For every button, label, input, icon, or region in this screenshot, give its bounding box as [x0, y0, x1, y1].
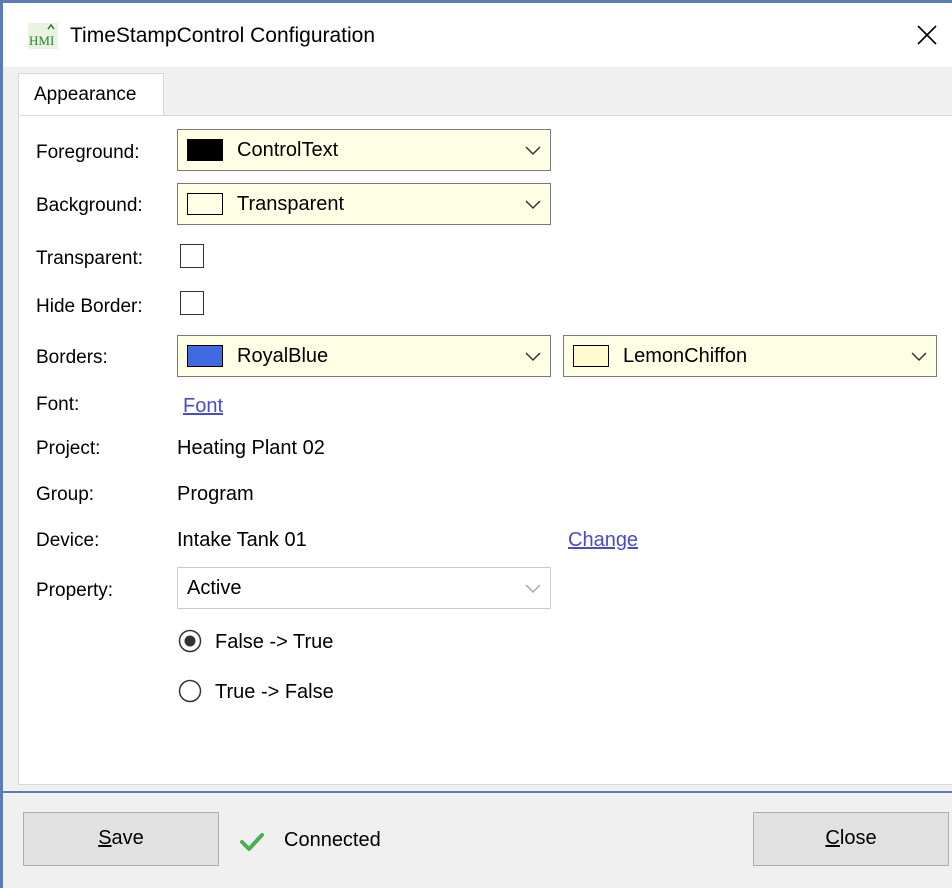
property-select[interactable]: Active: [177, 567, 551, 609]
change-device-link[interactable]: Change: [568, 529, 638, 552]
true-to-false-radio[interactable]: [178, 679, 202, 703]
hmi-app-icon: HMI: [28, 23, 58, 49]
chevron-down-icon: [911, 352, 927, 362]
device-label: Device:: [36, 530, 100, 551]
border-primary-swatch: [187, 345, 223, 367]
window-title: TimeStampControl Configuration: [70, 24, 376, 47]
border-secondary-value: LemonChiffon: [623, 345, 748, 367]
transparent-checkbox[interactable]: [180, 244, 204, 268]
chevron-down-icon: [525, 352, 541, 362]
true-to-false-label: True -> False: [215, 681, 334, 703]
foreground-label: Foreground:: [36, 142, 140, 163]
svg-text:HMI: HMI: [29, 33, 54, 48]
border-color-primary-select[interactable]: RoyalBlue: [177, 335, 551, 377]
chevron-down-icon: [525, 200, 541, 210]
foreground-swatch: [187, 139, 223, 161]
checkmark-icon: [240, 833, 264, 851]
project-label: Project:: [36, 438, 101, 459]
border-secondary-swatch: [573, 345, 609, 367]
background-label: Background:: [36, 195, 143, 216]
close-button-label: Close: [825, 827, 877, 849]
group-label: Group:: [36, 484, 95, 505]
hide-border-label: Hide Border:: [36, 296, 143, 317]
connection-status: Connected: [284, 829, 381, 851]
border-color-secondary-select[interactable]: LemonChiffon: [563, 335, 937, 377]
chevron-down-icon: [525, 584, 541, 594]
foreground-value: ControlText: [237, 139, 339, 161]
footer-separator: [3, 791, 952, 793]
tab-appearance-label: Appearance: [34, 84, 137, 105]
group-value: Program: [177, 483, 254, 505]
config-window: HMI TimeStampControl Configuration Appea…: [0, 0, 952, 888]
background-value: Transparent: [237, 193, 345, 215]
false-to-true-label: False -> True: [215, 631, 334, 653]
tab-appearance[interactable]: Appearance: [18, 73, 164, 116]
device-value: Intake Tank 01: [177, 529, 307, 551]
foreground-color-select[interactable]: ControlText: [177, 129, 551, 171]
close-button[interactable]: Close: [753, 812, 949, 866]
save-button-label: Save: [98, 827, 144, 849]
property-value: Active: [187, 577, 242, 599]
property-label: Property:: [36, 580, 114, 601]
false-to-true-radio[interactable]: [178, 629, 202, 653]
project-value: Heating Plant 02: [177, 437, 325, 459]
hide-border-checkbox[interactable]: [180, 291, 204, 315]
border-primary-value: RoyalBlue: [237, 345, 329, 367]
borders-label: Borders:: [36, 347, 108, 368]
chevron-down-icon: [525, 146, 541, 156]
title-bar: HMI TimeStampControl Configuration: [3, 3, 952, 67]
close-icon[interactable]: [907, 15, 947, 55]
transparent-label: Transparent:: [36, 248, 144, 269]
font-label: Font:: [36, 394, 80, 415]
save-button[interactable]: Save: [23, 812, 219, 866]
font-link[interactable]: Font: [183, 395, 223, 418]
background-color-select[interactable]: Transparent: [177, 183, 551, 225]
background-swatch: [187, 193, 223, 215]
